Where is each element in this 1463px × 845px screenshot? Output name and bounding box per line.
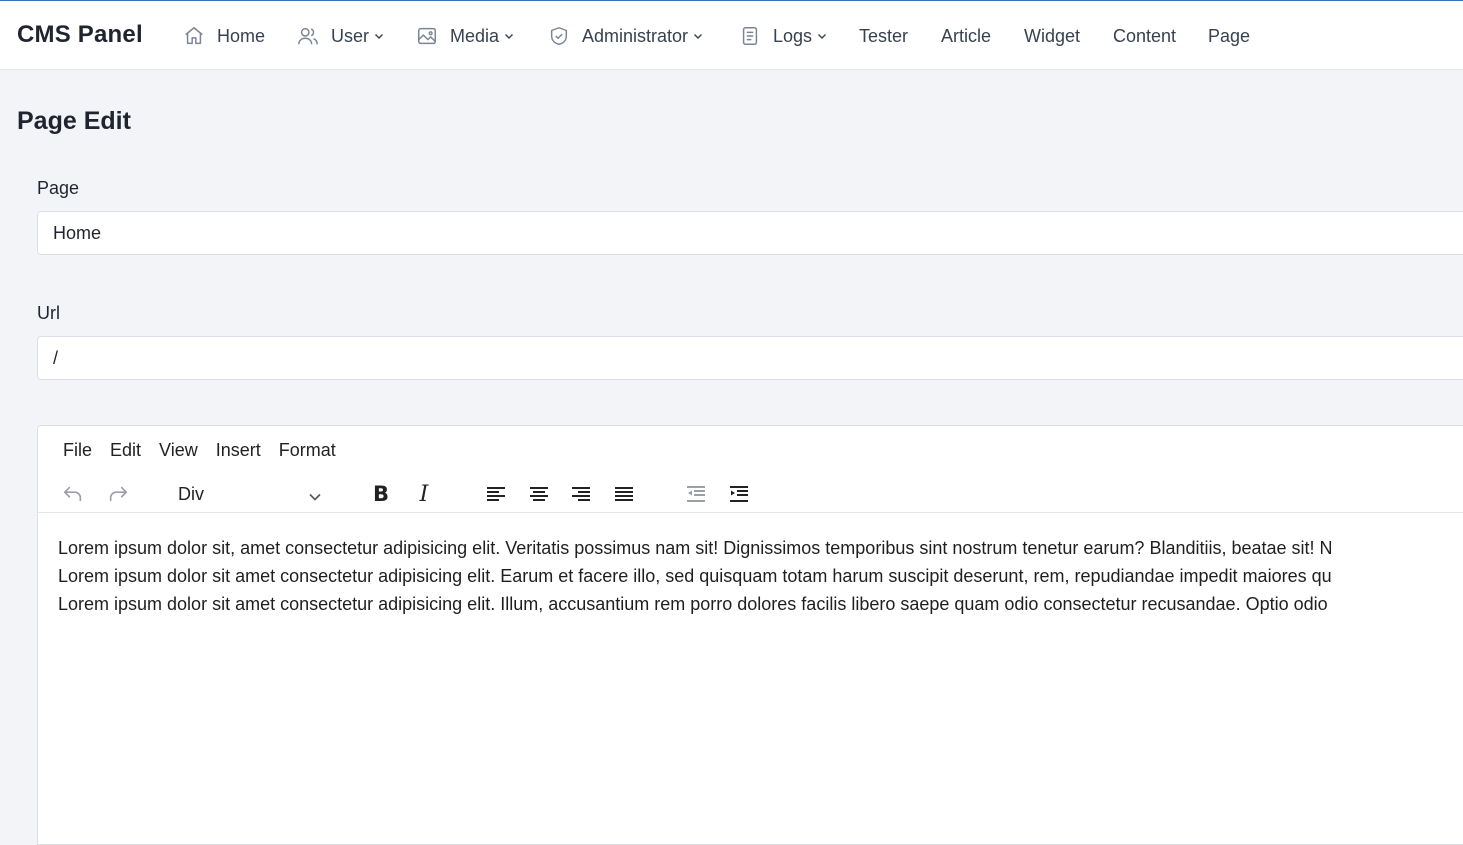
menu-edit[interactable]: Edit (101, 436, 150, 465)
content-paragraph: Lorem ipsum dolor sit amet consectetur a… (58, 566, 1332, 586)
url-input[interactable] (37, 336, 1463, 380)
users-icon (297, 25, 319, 47)
url-field-label: Url (37, 303, 60, 323)
menu-file[interactable]: File (54, 436, 101, 465)
italic-icon: I (419, 481, 429, 507)
brand-logo[interactable]: CMS Panel (17, 21, 143, 49)
chevron-down-icon (308, 488, 322, 502)
undo-button[interactable] (60, 481, 86, 507)
nav-tester[interactable]: Tester (859, 1, 908, 71)
nav-user[interactable]: User (297, 1, 384, 71)
page-title: Page Edit (17, 107, 131, 135)
home-icon (183, 25, 205, 47)
nav-article[interactable]: Article (941, 1, 991, 71)
align-left-button[interactable] (483, 481, 509, 507)
shield-check-icon (548, 25, 570, 47)
redo-button[interactable] (105, 481, 131, 507)
bold-button[interactable]: B (368, 481, 394, 507)
nav-administrator[interactable]: Administrator (548, 1, 703, 71)
italic-button[interactable]: I (411, 481, 437, 507)
content-paragraph: Lorem ipsum dolor sit, amet consectetur … (58, 538, 1333, 558)
chevron-down-icon (693, 31, 703, 41)
indent-button[interactable] (726, 481, 752, 507)
bold-icon: B (372, 482, 389, 506)
nav-logs[interactable]: Logs (739, 1, 827, 71)
align-center-button[interactable] (526, 481, 552, 507)
nav-administrator-label: Administrator (582, 25, 689, 46)
align-right-button[interactable] (568, 481, 594, 507)
image-icon (416, 25, 438, 47)
nav-page[interactable]: Page (1208, 1, 1250, 71)
menu-format[interactable]: Format (270, 436, 345, 465)
block-format-value: Div (178, 483, 204, 504)
nav-content[interactable]: Content (1113, 1, 1176, 71)
outdent-button[interactable] (683, 481, 709, 507)
chevron-down-icon (817, 31, 827, 41)
redo-icon (107, 483, 129, 505)
menu-insert[interactable]: Insert (207, 436, 270, 465)
align-left-icon (485, 483, 507, 505)
editor-content-area[interactable]: Lorem ipsum dolor sit, amet consectetur … (58, 534, 1463, 618)
nav-media[interactable]: Media (416, 1, 514, 71)
outdent-icon (685, 483, 707, 505)
nav-widget[interactable]: Widget (1024, 1, 1080, 71)
editor-menubar: File Edit View Insert Format (38, 426, 345, 474)
nav-user-label: User (331, 25, 370, 46)
page-field-label: Page (37, 178, 80, 198)
align-center-icon (528, 483, 550, 505)
nav-logs-label: Logs (773, 25, 813, 46)
top-navbar: CMS Panel Home User Media Administrator (0, 0, 1463, 70)
editor-toolbar: Div B I (38, 475, 1463, 513)
content-paragraph: Lorem ipsum dolor sit amet consectetur a… (58, 594, 1328, 614)
menu-view[interactable]: View (150, 436, 207, 465)
align-right-icon (570, 483, 592, 505)
align-justify-button[interactable] (611, 481, 637, 507)
block-format-select[interactable]: Div (168, 479, 328, 509)
rich-text-editor: File Edit View Insert Format Div B I Lor… (37, 425, 1463, 845)
chevron-down-icon (504, 31, 514, 41)
indent-icon (728, 483, 750, 505)
nav-home-label: Home (217, 25, 266, 46)
page-name-input[interactable] (37, 211, 1463, 255)
align-justify-icon (613, 483, 635, 505)
chevron-down-icon (374, 31, 384, 41)
nav-home[interactable]: Home (183, 1, 265, 71)
document-icon (739, 25, 761, 47)
undo-icon (62, 483, 84, 505)
nav-media-label: Media (450, 25, 500, 46)
